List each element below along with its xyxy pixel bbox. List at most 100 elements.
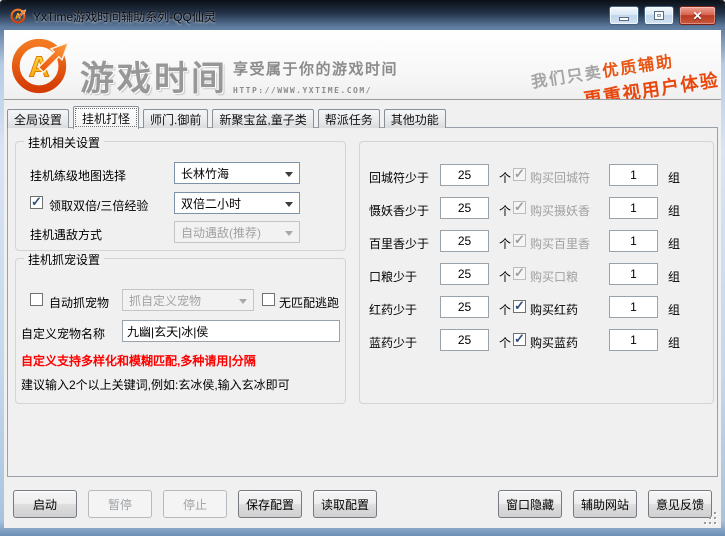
maximize-icon — [654, 11, 664, 20]
supply-row-label: 回城符少于 — [369, 169, 429, 186]
supply-qty-input[interactable] — [440, 296, 489, 318]
promo-text: 我们只卖优质辅助 更重视用户体验 — [529, 41, 721, 100]
group-qty-input[interactable] — [609, 263, 658, 285]
double-exp-label: 领取双倍/三倍经验 — [49, 197, 148, 214]
group-supply-settings: 回城符少于 个 购买回城符 组 慑妖香少于 个 购买摄妖香 组 百里香少于 个 … — [359, 141, 714, 404]
close-icon: ✕ — [692, 10, 702, 22]
group-qty-input[interactable] — [609, 230, 658, 252]
group-qty-input[interactable] — [609, 164, 658, 186]
tab-global-settings[interactable]: 全局设置 — [7, 109, 69, 128]
supply-qty-input[interactable] — [440, 329, 489, 351]
start-button[interactable]: 启动 — [13, 490, 77, 518]
no-match-flee-checkbox[interactable] — [262, 293, 275, 306]
buy-label: 购买摄妖香 — [530, 202, 590, 219]
footer-toolbar: 启动 暂停 停止 保存配置 读取配置 窗口隐藏 辅助网站 意见反馈 — [13, 490, 712, 518]
buy-checkbox[interactable] — [513, 333, 526, 346]
pause-button: 暂停 — [88, 490, 152, 518]
supply-unit: 个 — [499, 268, 511, 285]
buy-checkbox — [513, 234, 526, 247]
buy-label: 购买红药 — [530, 301, 578, 318]
brand-name: 游戏时间 — [80, 51, 228, 100]
tab-gang-tasks[interactable]: 帮派任务 — [318, 109, 380, 128]
chevron-down-icon — [285, 231, 293, 236]
supply-unit: 个 — [499, 202, 511, 219]
tab-jubaopen-tongzi[interactable]: 新聚宝盆,童子类 — [212, 109, 313, 128]
supply-qty-input[interactable] — [440, 164, 489, 186]
tab-other-functions[interactable]: 其他功能 — [384, 109, 446, 128]
stop-button: 停止 — [163, 490, 227, 518]
auto-catch-label: 自动抓宠物 — [49, 294, 109, 311]
tab-bar: 全局设置 挂机打怪 师门.御前 新聚宝盆,童子类 帮派任务 其他功能 — [7, 107, 450, 128]
minimize-icon — [619, 17, 629, 21]
group-qty-input[interactable] — [609, 296, 658, 318]
supply-qty-input[interactable] — [440, 197, 489, 219]
supply-row-label: 口粮少于 — [369, 268, 417, 285]
client-area: A 游戏时间 享受属于你的游戏时间 HTTP://WWW.YXTIME.COM/… — [4, 30, 721, 528]
supply-row-label: 慑妖香少于 — [369, 202, 429, 219]
buy-checkbox — [513, 168, 526, 181]
group-unit: 组 — [668, 202, 680, 219]
hide-window-button[interactable]: 窗口隐藏 — [498, 490, 562, 518]
supply-unit: 个 — [499, 235, 511, 252]
pet-note-tip: 建议输入2个以上关键词,例如:玄冰侯,输入玄冰即可 — [21, 376, 290, 393]
group-unit: 组 — [668, 301, 680, 318]
chevron-down-icon — [285, 172, 293, 177]
chevron-down-icon — [239, 299, 247, 304]
tab-shimen-yuqian[interactable]: 师门.御前 — [143, 109, 208, 128]
supply-unit: 个 — [499, 169, 511, 186]
double-exp-select[interactable]: 双倍二小时 — [174, 192, 300, 214]
chevron-down-icon — [285, 202, 293, 207]
group-qty-input[interactable] — [609, 197, 658, 219]
map-select-label: 挂机练级地图选择 — [30, 167, 126, 184]
minimize-button[interactable] — [609, 6, 639, 25]
maximize-button[interactable] — [644, 6, 674, 25]
encounter-mode-label: 挂机遇敌方式 — [30, 226, 102, 243]
double-exp-checkbox[interactable] — [30, 196, 43, 209]
tab-hang-fight[interactable]: 挂机打怪 — [73, 106, 139, 129]
buy-label: 购买蓝药 — [530, 334, 578, 351]
group-pet-catch-title: 挂机抓宠设置 — [24, 251, 104, 268]
load-config-button[interactable]: 读取配置 — [313, 490, 377, 518]
map-select[interactable]: 长林竹海 — [174, 162, 300, 184]
supply-qty-input[interactable] — [440, 230, 489, 252]
group-unit: 组 — [668, 334, 680, 351]
supply-row-label: 红药少于 — [369, 301, 417, 318]
encounter-mode-select: 自动遇敌(推荐) — [174, 221, 300, 243]
buy-label: 购买百里香 — [530, 235, 590, 252]
resize-grip[interactable] — [704, 512, 718, 526]
group-unit: 组 — [668, 268, 680, 285]
buy-checkbox — [513, 201, 526, 214]
banner: A 游戏时间 享受属于你的游戏时间 HTTP://WWW.YXTIME.COM/… — [4, 30, 721, 100]
catch-mode-select: 抓自定义宠物 — [122, 289, 254, 311]
group-hang-settings-title: 挂机相关设置 — [24, 134, 104, 151]
buy-label: 购买回城符 — [530, 169, 590, 186]
group-pet-catch-settings: 挂机抓宠设置 自动抓宠物 抓自定义宠物 无匹配逃跑 自定义宠物名称 自定义支持多… — [15, 258, 346, 404]
supply-qty-input[interactable] — [440, 263, 489, 285]
pet-note-red: 自定义支持多样化和模糊匹配,多种请用|分隔 — [21, 352, 256, 369]
app-window: A YxTime游戏时间辅助系列-QQ仙灵 ✕ A 游戏时间 享受属于你的游戏时… — [0, 0, 725, 536]
save-config-button[interactable]: 保存配置 — [238, 490, 302, 518]
auto-catch-checkbox[interactable] — [30, 293, 43, 306]
close-button[interactable]: ✕ — [679, 6, 716, 25]
feedback-button[interactable]: 意见反馈 — [648, 490, 712, 518]
buy-checkbox[interactable] — [513, 300, 526, 313]
group-hang-settings: 挂机相关设置 挂机练级地图选择 长林竹海 领取双倍/三倍经验 双倍二小时 挂机遇… — [15, 141, 346, 251]
slogan-block: 享受属于你的游戏时间 HTTP://WWW.YXTIME.COM/ — [233, 58, 398, 95]
title-bar: A YxTime游戏时间辅助系列-QQ仙灵 ✕ — [0, 0, 725, 30]
pet-name-label: 自定义宠物名称 — [21, 325, 105, 342]
buy-label: 购买口粮 — [530, 268, 578, 285]
tab-page-hang-fight: 挂机相关设置 挂机练级地图选择 长林竹海 领取双倍/三倍经验 双倍二小时 挂机遇… — [7, 127, 718, 477]
supply-unit: 个 — [499, 334, 511, 351]
pet-name-input[interactable] — [122, 320, 340, 342]
website-button[interactable]: 辅助网站 — [573, 490, 637, 518]
group-qty-input[interactable] — [609, 329, 658, 351]
brand-logo-icon: A — [10, 33, 72, 95]
app-logo-icon[interactable]: A — [10, 7, 27, 24]
group-unit: 组 — [668, 235, 680, 252]
buy-checkbox — [513, 267, 526, 280]
website-url: HTTP://WWW.YXTIME.COM/ — [233, 86, 398, 95]
window-title: YxTime游戏时间辅助系列-QQ仙灵 — [33, 8, 216, 25]
supply-row-label: 百里香少于 — [369, 235, 429, 252]
supply-unit: 个 — [499, 301, 511, 318]
supply-row-label: 蓝药少于 — [369, 334, 417, 351]
